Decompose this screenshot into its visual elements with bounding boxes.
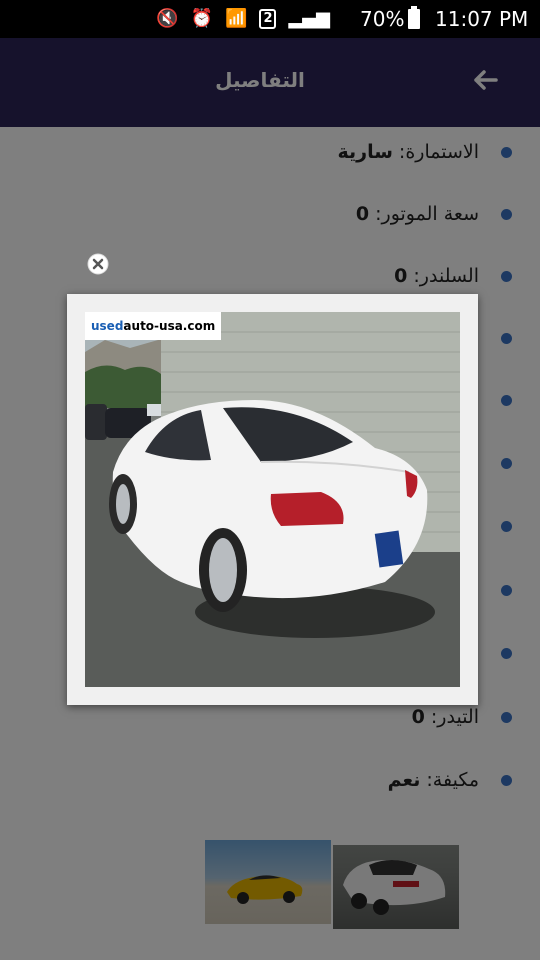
close-icon[interactable] (86, 252, 110, 276)
battery-icon (408, 6, 420, 29)
wifi-icon: 📶 (225, 8, 248, 29)
status-bar: 🔇 ⏰ 📶 2 ▂▄▆ 70% 11:07 PM (0, 0, 540, 38)
sim-badge: 2 (259, 9, 277, 29)
signal-icon: ▂▄▆ (288, 8, 330, 29)
battery-percent: 70% (360, 7, 405, 31)
mute-icon: 🔇 (156, 8, 179, 29)
alarm-icon: ⏰ (190, 8, 214, 29)
clock: 11:07 PM (435, 7, 529, 31)
image-popup: usedauto-usa.com (67, 294, 478, 705)
watermark-part1: used (91, 319, 124, 333)
watermark-logo: usedauto-usa.com (85, 312, 222, 340)
car-photo: usedauto-usa.com (85, 312, 460, 687)
watermark-part2: auto-usa.com (123, 319, 216, 333)
status-icons: 🔇 ⏰ 📶 2 ▂▄▆ (156, 8, 330, 30)
white-car-photo (85, 312, 460, 687)
